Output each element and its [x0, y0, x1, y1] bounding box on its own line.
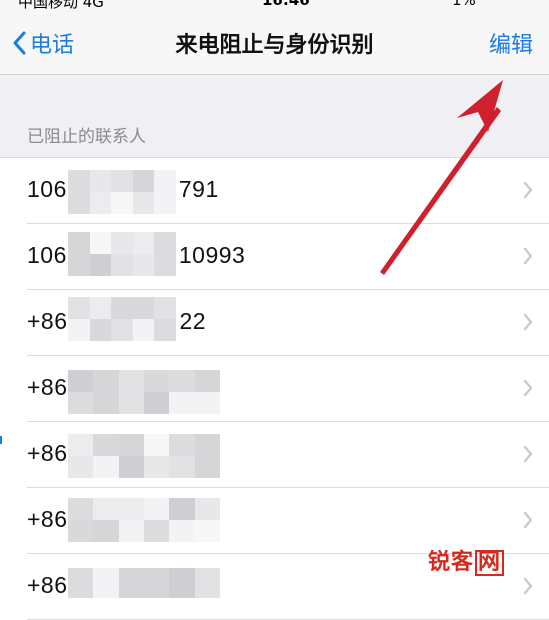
back-button[interactable]: 电话 — [12, 26, 74, 60]
number-suffix: 10993 — [178, 242, 246, 268]
number-prefix: +86 — [27, 506, 68, 532]
blocked-contact-number: +86 439 — [27, 572, 219, 599]
number-prefix: +86 — [27, 374, 68, 400]
blocked-contact-number: 106 791 — [27, 176, 219, 203]
number-suffix: 4 — [179, 506, 193, 532]
chevron-right-icon — [523, 511, 533, 529]
blocked-contact-row[interactable]: +86 22 — [0, 290, 549, 356]
blocked-contact-number: +86 08 — [27, 374, 206, 401]
number-prefix: 106 — [27, 242, 67, 268]
edge-marker — [0, 436, 2, 444]
watermark-text: 锐客 — [428, 550, 475, 575]
watermark-boxed-text: 网 — [475, 550, 505, 576]
edit-button[interactable]: 编辑 — [489, 27, 533, 59]
number-suffix: 08 — [179, 374, 207, 400]
back-button-label: 电话 — [30, 33, 75, 58]
status-time: 16:46 — [262, 0, 310, 9]
number-suffix: 439 — [179, 572, 220, 598]
page-title: 来电阻止与身份识别 — [175, 33, 374, 58]
number-prefix: +86 — [27, 440, 68, 466]
number-prefix: +86 — [27, 572, 68, 598]
blocked-contact-row[interactable]: 106 10993 — [0, 224, 549, 290]
battery-label: 1% — [452, 0, 476, 9]
blocked-contact-number: +86 22 — [27, 308, 206, 335]
blocked-contact-number: 106 10993 — [27, 242, 245, 269]
number-suffix: 791 — [178, 176, 219, 202]
number-prefix: +86 — [27, 308, 68, 334]
chevron-right-icon — [523, 313, 533, 331]
chevron-right-icon — [523, 181, 533, 199]
blocked-contact-row[interactable]: +86 295 — [0, 422, 549, 488]
number-suffix: 295 — [179, 440, 220, 466]
status-bar: 中国移动 4G 16:46 1% — [0, 0, 549, 10]
section-header-blocked-contacts: 已阻止的联系人 — [27, 127, 146, 147]
watermark-logo: 锐客网 — [428, 544, 505, 576]
chevron-left-icon — [13, 31, 26, 55]
blocked-contact-row[interactable]: 106 791 — [0, 158, 549, 224]
carrier-label: 中国移动 4G — [18, 0, 104, 10]
blocked-contact-number: +86 295 — [27, 440, 219, 467]
blocked-contact-number: +86 4 — [27, 506, 193, 533]
chevron-right-icon — [523, 577, 533, 595]
blocked-contact-row[interactable]: +86 08 — [0, 356, 549, 422]
chevron-right-icon — [523, 379, 533, 397]
chevron-right-icon — [523, 247, 533, 265]
number-suffix: 22 — [179, 308, 207, 334]
chevron-right-icon — [523, 445, 533, 463]
navigation-bar: 电话 来电阻止与身份识别 编辑 — [0, 10, 549, 75]
number-prefix: 106 — [27, 176, 67, 202]
